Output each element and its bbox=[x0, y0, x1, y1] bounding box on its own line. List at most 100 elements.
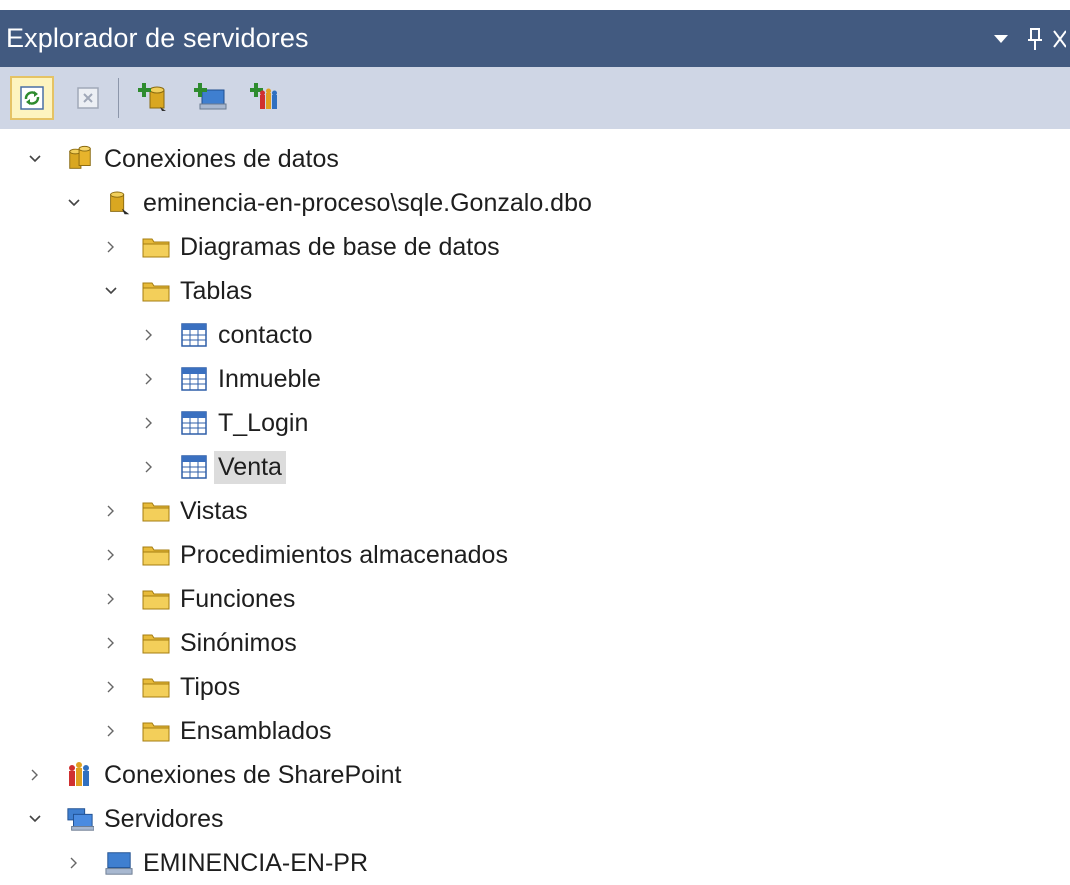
tree-node-label[interactable]: Diagramas de base de datos bbox=[176, 231, 504, 264]
tree-node-label[interactable]: T_Login bbox=[214, 407, 312, 440]
chevron-right-icon bbox=[70, 857, 77, 869]
tree-node[interactable]: Funciones bbox=[100, 577, 299, 621]
tree-node[interactable]: Inmueble bbox=[138, 357, 325, 401]
tree-node[interactable]: Venta bbox=[138, 445, 286, 489]
stop-button[interactable] bbox=[66, 76, 110, 120]
tree-node-label[interactable]: eminencia-en-proceso\sqle.Gonzalo.dbo bbox=[139, 187, 596, 220]
expand-toggle[interactable] bbox=[63, 841, 85, 885]
expand-toggle[interactable] bbox=[100, 533, 122, 577]
chevron-down-icon bbox=[105, 287, 117, 295]
chevron-right-icon bbox=[145, 461, 152, 473]
folder-icon bbox=[142, 233, 170, 261]
database-connection-icon bbox=[105, 189, 133, 217]
tree-node[interactable]: EMINENCIA-EN-PR bbox=[63, 841, 372, 885]
folder-icon bbox=[142, 277, 170, 305]
tree-node-label[interactable]: Tipos bbox=[176, 671, 244, 704]
tree-node-label[interactable]: Venta bbox=[214, 450, 286, 484]
folder-icon bbox=[142, 541, 170, 569]
expand-toggle[interactable] bbox=[100, 665, 122, 709]
table-icon bbox=[180, 453, 208, 481]
chevron-right-icon bbox=[107, 241, 114, 253]
tree-node[interactable]: Conexiones de datos bbox=[24, 137, 343, 181]
tree-node-label[interactable]: Inmueble bbox=[214, 363, 325, 396]
tree-node[interactable]: Conexiones de SharePoint bbox=[24, 753, 405, 797]
chevron-right-icon bbox=[145, 417, 152, 429]
tree-node[interactable]: eminencia-en-proceso\sqle.Gonzalo.dbo bbox=[63, 181, 596, 225]
close-icon[interactable] bbox=[1052, 10, 1070, 67]
tree-node-label[interactable]: contacto bbox=[214, 319, 317, 352]
chevron-down-icon bbox=[29, 815, 41, 823]
connect-sharepoint-button[interactable] bbox=[245, 76, 289, 120]
tree-node[interactable]: Servidores bbox=[24, 797, 228, 841]
tree-node[interactable]: Vistas bbox=[100, 489, 252, 533]
connect-server-button[interactable] bbox=[189, 76, 233, 120]
tree-node-label[interactable]: Tablas bbox=[176, 275, 256, 308]
chevron-right-icon bbox=[145, 329, 152, 341]
folder-icon bbox=[142, 497, 170, 525]
chevron-down-icon bbox=[68, 199, 80, 207]
connect-server-icon bbox=[194, 83, 227, 110]
computer-icon bbox=[105, 849, 133, 877]
chevron-right-icon bbox=[107, 681, 114, 693]
tree-node[interactable]: T_Login bbox=[138, 401, 312, 445]
table-icon bbox=[180, 365, 208, 393]
tree-node[interactable]: Sinónimos bbox=[100, 621, 301, 665]
tree-node-label[interactable]: Funciones bbox=[176, 583, 299, 616]
expand-toggle[interactable] bbox=[138, 401, 160, 445]
tree-node-label[interactable]: EMINENCIA-EN-PR bbox=[139, 847, 372, 880]
chevron-right-icon bbox=[107, 725, 114, 737]
window-top-edge bbox=[0, 0, 1070, 10]
collapse-toggle[interactable] bbox=[63, 181, 85, 225]
expand-toggle[interactable] bbox=[138, 313, 160, 357]
expand-toggle[interactable] bbox=[138, 357, 160, 401]
tree-node[interactable]: Diagramas de base de datos bbox=[100, 225, 504, 269]
refresh-icon bbox=[20, 86, 44, 110]
folder-icon bbox=[142, 629, 170, 657]
data-connections-icon bbox=[66, 145, 94, 173]
refresh-button[interactable] bbox=[10, 76, 54, 120]
expand-toggle[interactable] bbox=[138, 445, 160, 489]
chevron-right-icon bbox=[107, 637, 114, 649]
expand-toggle[interactable] bbox=[100, 489, 122, 533]
toolbar bbox=[0, 67, 1070, 129]
expand-toggle[interactable] bbox=[100, 709, 122, 753]
connect-database-button[interactable] bbox=[133, 76, 177, 120]
tree-node-label[interactable]: Conexiones de SharePoint bbox=[100, 759, 405, 792]
panel-title: Explorador de servidores bbox=[6, 23, 309, 53]
collapse-toggle[interactable] bbox=[24, 797, 46, 841]
collapse-toggle[interactable] bbox=[100, 269, 122, 313]
chevron-right-icon bbox=[31, 769, 38, 781]
expand-toggle[interactable] bbox=[100, 621, 122, 665]
chevron-right-icon bbox=[145, 373, 152, 385]
tree-node-label[interactable]: Procedimientos almacenados bbox=[176, 539, 512, 572]
chevron-right-icon bbox=[107, 593, 114, 605]
tree-node[interactable]: Tablas bbox=[100, 269, 256, 313]
panel-title-bar: Explorador de servidores bbox=[0, 10, 1070, 67]
expand-toggle[interactable] bbox=[100, 225, 122, 269]
tree-node[interactable]: contacto bbox=[138, 313, 317, 357]
chevron-down-icon bbox=[29, 155, 41, 163]
expand-toggle[interactable] bbox=[24, 753, 46, 797]
tree-node[interactable]: Procedimientos almacenados bbox=[100, 533, 512, 577]
servers-icon bbox=[66, 805, 94, 833]
folder-icon bbox=[142, 585, 170, 613]
tree-node[interactable]: Ensamblados bbox=[100, 709, 335, 753]
stop-icon bbox=[77, 87, 99, 109]
tree-node[interactable]: Tipos bbox=[100, 665, 244, 709]
collapse-toggle[interactable] bbox=[24, 137, 46, 181]
tree-node-label[interactable]: Vistas bbox=[176, 495, 252, 528]
tree-node-label[interactable]: Ensamblados bbox=[176, 715, 335, 748]
folder-icon bbox=[142, 673, 170, 701]
chevron-down-icon[interactable] bbox=[984, 10, 1018, 67]
table-icon bbox=[180, 321, 208, 349]
tree-node-label[interactable]: Servidores bbox=[100, 803, 228, 836]
chevron-right-icon bbox=[107, 505, 114, 517]
title-buttons bbox=[984, 10, 1070, 67]
sharepoint-icon bbox=[66, 761, 94, 789]
folder-icon bbox=[142, 717, 170, 745]
connect-database-icon bbox=[138, 83, 166, 111]
tree-node-label[interactable]: Sinónimos bbox=[176, 627, 301, 660]
tree-node-label[interactable]: Conexiones de datos bbox=[100, 143, 343, 176]
expand-toggle[interactable] bbox=[100, 577, 122, 621]
pin-icon[interactable] bbox=[1018, 10, 1052, 67]
